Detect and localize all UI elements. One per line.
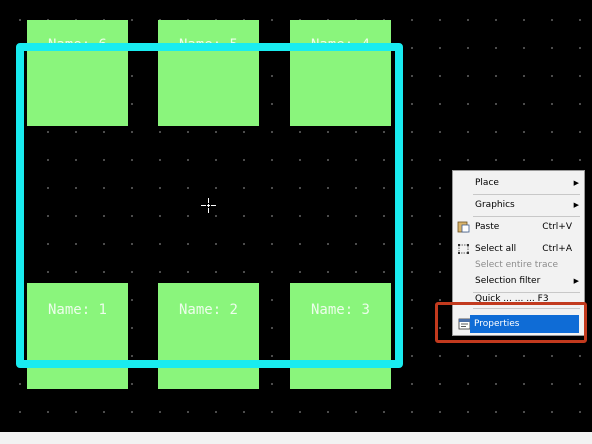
paste-icon — [457, 221, 470, 233]
menu-item-paste[interactable]: Paste Ctrl+V — [454, 217, 582, 237]
submenu-arrow-icon: ▶ — [573, 179, 579, 187]
menu-item-place[interactable]: Place ▶ — [454, 173, 582, 193]
menu-item-label: Paste — [475, 222, 500, 232]
status-strip — [0, 432, 592, 444]
annotation-highlight-box — [435, 302, 587, 343]
submenu-arrow-icon: ▶ — [573, 277, 579, 285]
menu-item-selection-filter[interactable]: Selection filter ▶ — [454, 271, 582, 291]
menu-item-label: Selection filter — [475, 276, 541, 286]
select-all-icon — [458, 244, 469, 254]
menu-item-graphics[interactable]: Graphics ▶ — [454, 195, 582, 215]
menu-item-label: Place — [475, 178, 499, 188]
menu-item-label: Graphics — [475, 200, 515, 210]
submenu-arrow-icon: ▶ — [573, 201, 579, 209]
menu-shortcut: Ctrl+V — [542, 222, 572, 232]
crosshair-cursor-icon — [201, 198, 216, 213]
